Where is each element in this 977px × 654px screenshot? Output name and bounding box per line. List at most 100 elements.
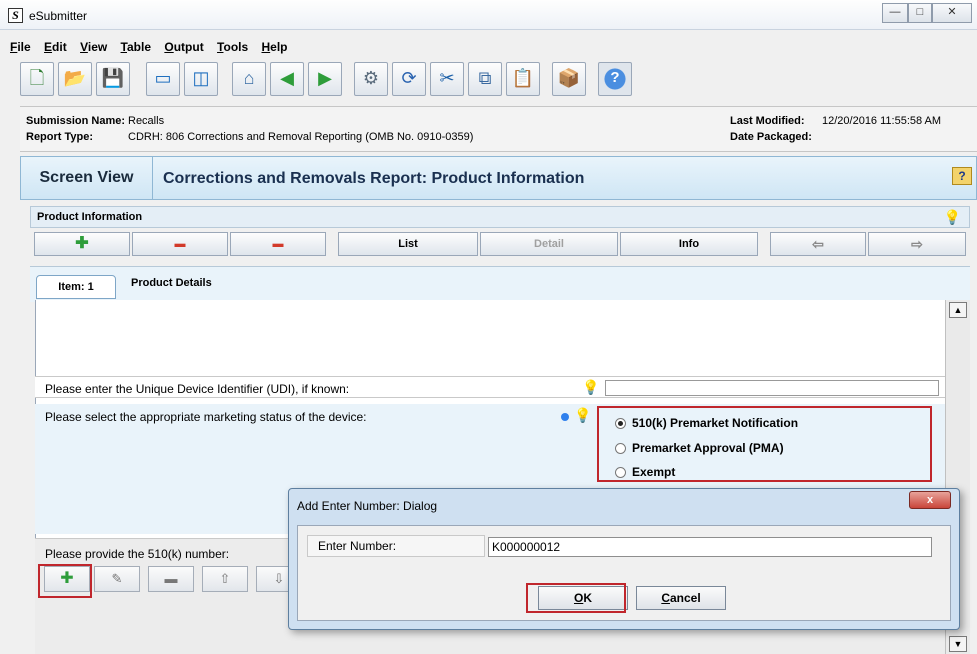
radio-label: Exempt <box>632 465 676 479</box>
scroll-down-button[interactable]: ▼ <box>949 636 967 652</box>
menu-accel: H <box>261 40 271 54</box>
add-number-dialog: Add Enter Number: Dialog x Enter Number:… <box>288 488 960 630</box>
highlight-box <box>526 583 626 613</box>
close-window-button[interactable]: ✕ <box>932 3 972 23</box>
submission-info: Submission Name: Recalls Report Type: CD… <box>20 106 977 152</box>
last-modified-value: 12/20/2016 11:55:58 AM <box>822 115 942 127</box>
menu-accel: O <box>164 40 174 54</box>
report-type-label: Report Type: <box>26 131 94 143</box>
dialog-body: Enter Number: OK Cancel <box>297 525 951 621</box>
window-title-bar: S eSubmitter — □ ✕ <box>0 0 977 30</box>
home-icon[interactable]: ⌂ <box>232 62 266 96</box>
udi-question-label: Please enter the Unique Device Identifie… <box>45 382 350 396</box>
menu-help[interactable]: Help <box>262 40 288 54</box>
menu-label: utput <box>173 40 204 54</box>
cancel-label: ancel <box>669 591 701 605</box>
menu-label: dit <box>52 40 67 54</box>
menu-tools[interactable]: Tools <box>217 40 248 54</box>
lightbulb-icon[interactable]: 💡 <box>944 209 961 226</box>
udi-input[interactable] <box>605 380 939 396</box>
minimize-button[interactable]: — <box>882 3 908 23</box>
radio-label: 510(k) Premarket Notification <box>632 416 799 430</box>
menu-output[interactable]: Output <box>164 40 203 54</box>
menu-file[interactable]: File <box>10 40 31 54</box>
maximize-button[interactable]: □ <box>908 3 932 23</box>
page-title: Corrections and Removals Report: Product… <box>163 170 585 187</box>
510k-number-label: Please provide the 510(k) number: <box>45 547 230 561</box>
menu-table[interactable]: Table <box>121 40 151 54</box>
back-icon[interactable]: ◀ <box>270 62 304 96</box>
window-title: eSubmitter <box>29 9 88 23</box>
submission-name-label: Submission Name: <box>26 115 126 127</box>
delete-all-button[interactable]: ▬ <box>230 232 326 256</box>
last-modified-label: Last Modified: <box>730 115 805 127</box>
scroll-up-button[interactable]: ▲ <box>949 302 967 318</box>
open-folder-icon[interactable]: 📂 <box>58 62 92 96</box>
radio-selected-icon <box>615 418 626 429</box>
settings-icon[interactable]: ⚙ <box>354 62 388 96</box>
radio-pma[interactable]: Premarket Approval (PMA) <box>615 441 784 455</box>
menu-edit[interactable]: Edit <box>44 40 67 54</box>
dialog-close-button[interactable]: x <box>909 491 951 509</box>
section-title: Product Information <box>37 211 143 223</box>
split-view-icon[interactable]: ◫ <box>184 62 218 96</box>
screen-view-tab[interactable]: Screen View <box>21 157 153 199</box>
item-tab-strip: Item: 1 Product Details <box>30 266 970 302</box>
udi-question-row: Please enter the Unique Device Identifie… <box>35 376 945 398</box>
radio-exempt[interactable]: Exempt <box>615 465 675 479</box>
detail-button[interactable]: Detail <box>480 232 618 256</box>
app-logo-icon: S <box>8 8 23 23</box>
remove-number-button[interactable]: ▬ <box>148 566 194 592</box>
product-information-header: Product Information 💡 <box>30 206 970 228</box>
list-button[interactable]: List <box>338 232 478 256</box>
highlight-box <box>38 564 92 598</box>
save-icon[interactable]: 💾 <box>96 62 130 96</box>
submission-name-value: Recalls <box>128 115 165 127</box>
cancel-accel: C <box>661 591 670 605</box>
menu-bar: File Edit View Table Output Tools Help <box>0 40 977 60</box>
screen-view-header: Screen View Corrections and Removals Rep… <box>20 156 977 200</box>
edit-number-button[interactable]: ✎ <box>94 566 140 592</box>
new-document-icon[interactable]: 🗋 <box>20 62 54 96</box>
cancel-button[interactable]: Cancel <box>636 586 726 610</box>
forward-icon[interactable]: ▶ <box>308 62 342 96</box>
menu-label: able <box>127 40 152 54</box>
enter-number-input[interactable] <box>488 537 932 557</box>
report-type-value: CDRH: 806 Corrections and Removal Report… <box>128 131 474 143</box>
refresh-icon[interactable]: ⟳ <box>392 62 426 96</box>
info-button[interactable]: Info <box>620 232 758 256</box>
menu-label: iew <box>87 40 108 54</box>
menu-view[interactable]: View <box>80 40 107 54</box>
lightbulb-icon[interactable]: 💡 <box>582 379 599 396</box>
marketing-status-label: Please select the appropriate marketing … <box>45 410 367 424</box>
info-dot-icon[interactable] <box>561 413 569 421</box>
previous-item-button[interactable]: ⇦ <box>770 232 866 256</box>
item-tab[interactable]: Item: 1 <box>36 275 116 299</box>
menu-label: ools <box>223 40 249 54</box>
radio-icon <box>615 443 626 454</box>
menu-label: elp <box>270 40 288 54</box>
copy-icon[interactable]: ⧉ <box>468 62 502 96</box>
move-up-button[interactable]: ⇧ <box>202 566 248 592</box>
product-action-toolbar: ✚ ▬ ▬ List Detail Info ⇦ ⇨ <box>30 230 970 260</box>
enter-number-label: Enter Number: <box>307 535 485 557</box>
menu-label: ile <box>17 40 31 54</box>
date-packaged-label: Date Packaged: <box>730 131 812 143</box>
cut-icon[interactable]: ✂ <box>430 62 464 96</box>
next-item-button[interactable]: ⇨ <box>868 232 966 256</box>
menu-accel: V <box>80 40 88 54</box>
radio-label: Premarket Approval (PMA) <box>632 441 784 455</box>
delete-item-button[interactable]: ▬ <box>132 232 228 256</box>
dialog-title: Add Enter Number: Dialog <box>297 499 438 513</box>
help-folder-icon[interactable]: ? <box>952 167 972 185</box>
radio-510k[interactable]: 510(k) Premarket Notification <box>615 416 798 430</box>
paste-icon[interactable]: 📋 <box>506 62 540 96</box>
add-item-button[interactable]: ✚ <box>34 232 130 256</box>
package-icon[interactable]: 📦 <box>552 62 586 96</box>
lightbulb-icon[interactable]: 💡 <box>574 407 591 424</box>
window-icon[interactable]: ▭ <box>146 62 180 96</box>
menu-accel: E <box>44 40 53 54</box>
product-details-title: Product Details <box>131 277 212 289</box>
help-icon[interactable]: ? <box>598 62 632 96</box>
radio-icon <box>615 467 626 478</box>
